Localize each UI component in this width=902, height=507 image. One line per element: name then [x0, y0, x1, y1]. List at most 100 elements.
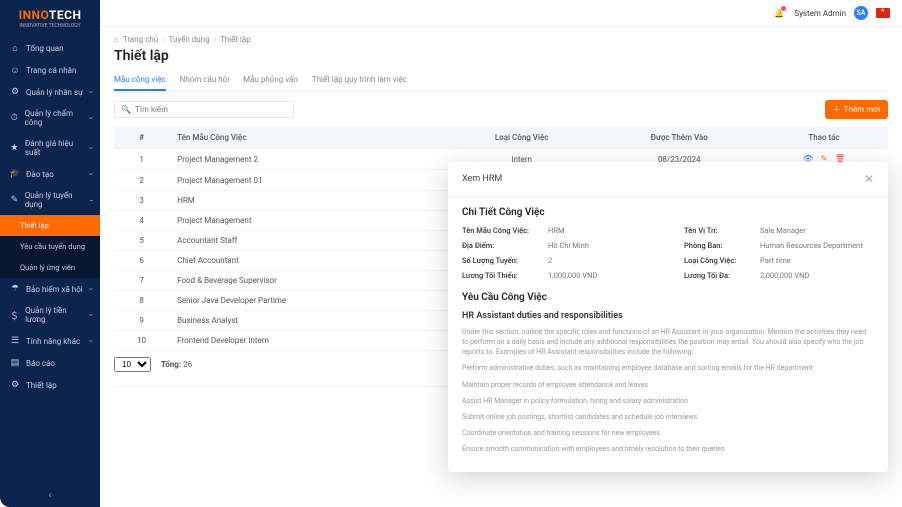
sidebar-icon: ＄ — [10, 310, 19, 320]
sidebar-item-3[interactable]: ⏱Quản lý chấm công — [0, 103, 100, 133]
tab-1[interactable]: Nhóm câu hỏi — [180, 70, 230, 91]
add-button[interactable]: ＋Thêm mới — [825, 100, 888, 119]
brand-subtitle: INNOVATIVE TECHNOLOGY — [19, 23, 80, 29]
modal-header: Xem HRM ✕ — [448, 162, 888, 197]
cell-name: Food & Beverage Supervisor — [169, 271, 445, 291]
topbar: 🔔 System Admin SA — [100, 0, 902, 27]
plus-icon: ＋ — [833, 104, 841, 115]
table-header-4: Thao tác — [760, 127, 888, 149]
breadcrumb-item: Thiết lập — [220, 35, 251, 44]
sidebar-item-6[interactable]: ✎Quản lý tuyển dụng — [0, 185, 100, 215]
sidebar-item-2[interactable]: ⚙Quản lý nhân sự — [0, 81, 100, 103]
search-icon: 🔍 — [121, 105, 131, 114]
field-name-label: Tên Mẫu Công Việc: — [462, 226, 542, 235]
sidebar-subitem-6-2[interactable]: Quản lý ứng viên — [0, 257, 100, 278]
sidebar-item-label: Tổng quan — [26, 44, 64, 53]
breadcrumb: ⌂ Trang chủ › Tuyển dụng › Thiết lập — [114, 35, 888, 44]
sidebar-item-label: Quản lý nhân sự — [26, 88, 83, 97]
search-box[interactable]: 🔍 — [114, 101, 294, 118]
sidebar-collapse-button[interactable]: ‹ — [0, 484, 100, 507]
req-line: Ensure smooth communication with employe… — [462, 444, 874, 454]
cell-number: 9 — [114, 311, 169, 331]
sidebar-icon: ▤ — [10, 358, 20, 368]
add-button-label: Thêm mới — [844, 105, 880, 114]
page-title: Thiết lập — [114, 48, 888, 64]
table-header-1: Tên Mẫu Công Việc — [169, 127, 445, 149]
sidebar-item-4[interactable]: ★Đánh giá hiệu suất — [0, 133, 100, 163]
modal-title: Xem HRM — [462, 174, 502, 184]
sidebar-icon: ★ — [10, 143, 19, 153]
sidebar-item-10[interactable]: ▤ Báo cáo — [0, 352, 100, 374]
sidebar-icon: ⚙ — [10, 380, 20, 390]
detail-grid: Tên Mẫu Công Việc: HRM Tên Vị Trí: Sale … — [462, 226, 874, 280]
sidebar-icon: ☺ — [10, 65, 20, 75]
sidebar-item-label: Bảo hiểm xã hội — [26, 285, 83, 294]
sidebar-item-label: Quản lý tuyển dụng — [25, 191, 84, 209]
cell-number: 10 — [114, 331, 169, 351]
tabs: Mẫu công việc Nhóm câu hỏi Mẫu phỏng vấn Th… — [114, 70, 888, 92]
home-icon[interactable]: ⌂ — [114, 35, 119, 44]
sidebar-item-9[interactable]: ☰ Tính năng khác — [0, 330, 100, 352]
sidebar-icon: ☂ — [10, 284, 20, 294]
breadcrumb-item[interactable]: Tuyển dụng — [169, 35, 210, 44]
brand-part1: INNO — [19, 8, 49, 22]
field-minsalary-value: 1,000,000 VND — [548, 271, 678, 280]
field-type-label: Loại Công Việc: — [684, 256, 754, 265]
cell-name: Frontend Developer Intern — [169, 331, 445, 351]
view-job-modal: Xem HRM ✕ Chi Tiết Công Việc Tên Mẫu Côn… — [448, 162, 888, 472]
table-header-2: Loại Công Việc — [445, 127, 599, 149]
cell-name: HRM — [169, 191, 445, 211]
sidebar-icon: ☰ — [10, 336, 20, 346]
field-minsalary-label: Lương Tối Thiểu: — [462, 271, 542, 280]
req-intro: Under this section, outline the specific… — [462, 327, 874, 357]
sidebar-item-label: Báo cáo — [26, 359, 55, 368]
field-location-value: Hồ Chí Minh — [548, 241, 678, 250]
cell-name: Chief Accountant — [169, 251, 445, 271]
field-qty-label: Số Lượng Tuyển: — [462, 256, 542, 265]
language-flag-vn-icon[interactable] — [876, 8, 890, 18]
tab-3[interactable]: Thiết lập quy trình làm việc — [312, 70, 407, 91]
notification-bell-icon[interactable]: 🔔 — [772, 6, 786, 20]
req-line: Perform administrative duties, such as m… — [462, 363, 874, 373]
table-header-0: # — [114, 127, 169, 149]
table-header-3: Được Thêm Vào — [598, 127, 760, 149]
cell-number: 4 — [114, 211, 169, 231]
tab-2[interactable]: Mẫu phỏng vấn — [243, 70, 298, 91]
req-line: Maintain proper records of employee atte… — [462, 380, 874, 390]
pager-total-label: Tổng: — [161, 360, 181, 369]
avatar[interactable]: SA — [854, 6, 868, 20]
tab-0[interactable]: Mẫu công việc — [114, 70, 166, 91]
req-heading: HR Assistant duties and responsibilities — [462, 311, 874, 321]
req-line: Submit online job postings, shortlist ca… — [462, 412, 874, 422]
field-location-label: Địa Điểm: — [462, 241, 542, 250]
modal-close-button[interactable]: ✕ — [864, 172, 874, 186]
sidebar-subitem-6-1[interactable]: Yêu cầu tuyển dụng — [0, 236, 100, 257]
sidebar-item-label: Trang cá nhân — [26, 66, 76, 75]
sidebar-item-0[interactable]: ⌂Tổng quan — [0, 37, 100, 59]
sidebar-icon: 🎓 — [10, 169, 20, 179]
cell-name: Senior Java Developer Partime — [169, 291, 445, 311]
sidebar-subitem-6-0[interactable]: Thiết lập — [0, 215, 100, 236]
field-maxsalary-value: 2,000,000 VND — [760, 271, 874, 280]
field-position-label: Tên Vị Trí: — [684, 226, 754, 235]
search-input[interactable] — [135, 105, 287, 114]
sidebar-item-11[interactable]: ⚙Thiết lập — [0, 374, 100, 396]
cell-name: Project Management — [169, 211, 445, 231]
field-position-value: Sale Manager — [760, 226, 874, 235]
sidebar-subitem-label: Quản lý ứng viên — [20, 263, 75, 272]
sidebar-item-5[interactable]: 🎓 Đào tạo — [0, 163, 100, 185]
modal-section-detail-title: Chi Tiết Công Việc — [462, 207, 874, 218]
sidebar: INNOTECH INNOVATIVE TECHNOLOGY ⌂Tổng qua… — [0, 0, 100, 507]
breadcrumb-item[interactable]: Trang chủ — [123, 35, 158, 44]
cell-number: 6 — [114, 251, 169, 271]
sidebar-item-7[interactable]: ☂ Bảo hiểm xã hội — [0, 278, 100, 300]
cell-name: Project Management 2 — [169, 149, 445, 170]
sidebar-item-label: Đào tạo — [26, 170, 54, 179]
sidebar-item-8[interactable]: ＄Quản lý tiền lương — [0, 300, 100, 330]
req-line: Assist HR Manager in policy formulation,… — [462, 396, 874, 406]
page-size-select[interactable]: 10 — [114, 357, 151, 372]
brand-part2: TECH — [49, 8, 82, 22]
field-department-value: Human Resources Department — [760, 241, 874, 250]
sidebar-item-label: Tính năng khác — [26, 337, 80, 346]
sidebar-item-1[interactable]: ☺ Trang cá nhân — [0, 59, 100, 81]
